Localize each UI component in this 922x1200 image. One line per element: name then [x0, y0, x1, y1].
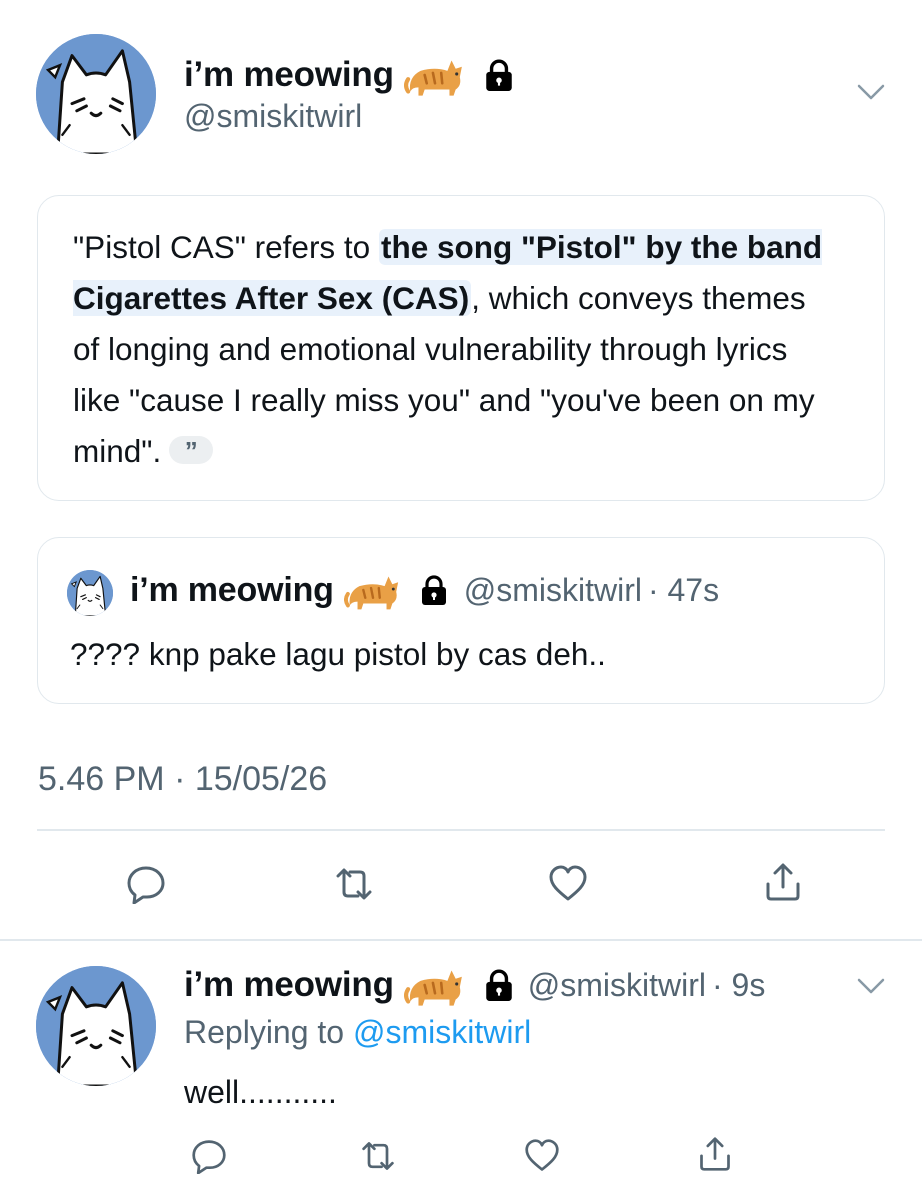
retweet-icon[interactable] — [360, 1138, 396, 1174]
cat-emoji-icon — [404, 962, 466, 1008]
answer-text-before: "Pistol CAS" refers to — [73, 229, 379, 265]
share-icon[interactable] — [697, 1136, 733, 1172]
reply-text: well........... — [184, 1074, 337, 1110]
reply-time: · 9s — [712, 966, 766, 1003]
replying-handle-link[interactable]: @smiskitwirl — [353, 1014, 531, 1050]
ai-answer-card[interactable]: "Pistol CAS" refers to the song "Pistol"… — [37, 195, 885, 501]
lock-icon — [482, 58, 516, 92]
reply-icon[interactable] — [191, 1138, 227, 1174]
lock-icon — [418, 574, 450, 606]
reply-handle[interactable]: @smiskitwirl — [528, 967, 706, 1004]
cat-emoji-icon — [344, 568, 402, 612]
avatar[interactable] — [36, 34, 156, 154]
quoted-tweet-text: ???? knp pake lagu pistol by cas deh.. — [70, 636, 606, 672]
tweet-timestamp[interactable]: 5.46 PM · 15/05/26 — [38, 760, 327, 799]
lock-icon — [482, 968, 516, 1002]
like-icon[interactable] — [548, 864, 588, 904]
quoted-time: · 47s — [647, 571, 720, 608]
reply-icon[interactable] — [126, 864, 166, 904]
quoted-avatar — [67, 570, 113, 616]
replying-to: Replying to @smiskitwirl — [184, 1014, 531, 1051]
retweet-icon[interactable] — [334, 864, 374, 904]
reply-avatar[interactable] — [36, 966, 156, 1086]
divider — [0, 939, 922, 941]
quoted-tweet-card[interactable]: i’m meowing @smiskitwirl · 47s ???? knp … — [37, 537, 885, 704]
divider — [37, 829, 885, 831]
author-row: i’m meowing — [184, 52, 516, 98]
quoted-author-row: i’m meowing @smiskitwirl · 47s — [130, 568, 719, 612]
cat-emoji-icon — [404, 52, 466, 98]
chevron-down-icon[interactable] — [856, 82, 886, 102]
replying-prefix: Replying to — [184, 1014, 353, 1050]
ai-answer-text: "Pistol CAS" refers to the song "Pistol"… — [73, 222, 833, 477]
chevron-down-icon[interactable] — [856, 976, 886, 996]
handle[interactable]: @smiskitwirl — [184, 98, 362, 135]
quoted-display-name: i’m meowing — [130, 570, 334, 609]
citation-quote-icon[interactable]: ” — [169, 435, 214, 466]
like-icon[interactable] — [524, 1138, 560, 1174]
share-icon[interactable] — [763, 862, 803, 902]
reply-display-name[interactable]: i’m meowing — [184, 965, 394, 1005]
quoted-handle: @smiskitwirl — [463, 571, 642, 608]
display-name[interactable]: i’m meowing — [184, 55, 394, 95]
reply-author-row: i’m meowing @smiskitwirl · 9s — [184, 962, 765, 1008]
